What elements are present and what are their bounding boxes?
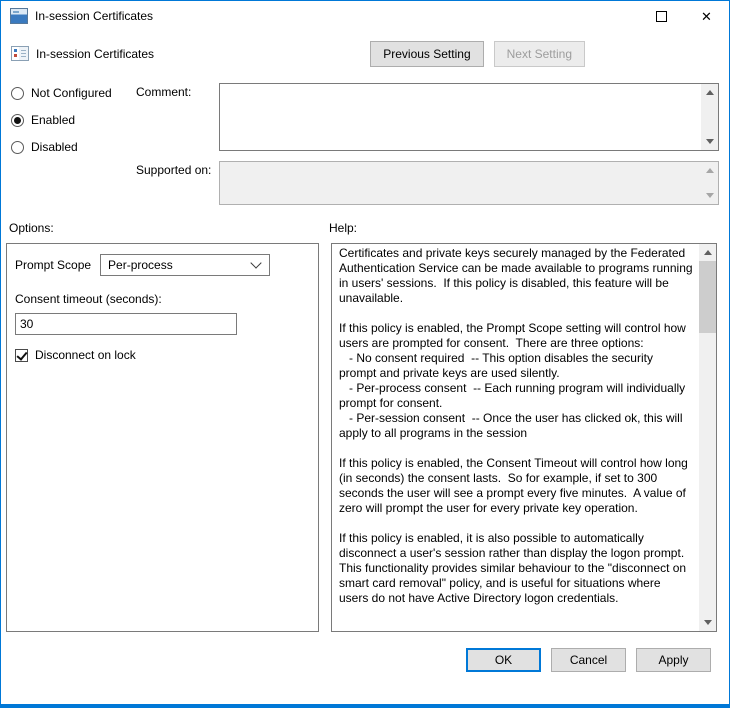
help-text: Certificates and private keys securely m… <box>332 244 699 631</box>
cancel-button[interactable]: Cancel <box>551 648 626 672</box>
comment-scrollbar[interactable] <box>701 84 718 150</box>
maximize-icon <box>656 11 667 22</box>
scroll-up-icon <box>701 162 718 179</box>
options-section-label: Options: <box>9 221 329 235</box>
radio-icon <box>11 141 24 154</box>
chevron-down-icon <box>250 257 261 268</box>
radio-label: Disabled <box>31 140 78 154</box>
scrollbar-thumb[interactable] <box>699 261 716 333</box>
prompt-scope-label: Prompt Scope <box>15 258 91 272</box>
radio-icon <box>11 87 24 100</box>
ok-button[interactable]: OK <box>466 648 541 672</box>
comment-textarea[interactable] <box>219 83 719 151</box>
scroll-up-icon[interactable] <box>699 244 716 261</box>
prompt-scope-dropdown[interactable]: Per-process <box>100 254 270 276</box>
caption-buttons: ✕ <box>639 1 729 31</box>
consent-timeout-label: Consent timeout (seconds): <box>15 292 310 306</box>
setting-name: In-session Certificates <box>36 47 154 61</box>
footer: OK Cancel Apply <box>1 632 729 704</box>
policy-setting-window: In-session Certificates ✕ In-session Cer… <box>0 0 730 708</box>
supported-on-label: Supported on: <box>136 161 219 177</box>
supported-scrollbar <box>701 162 718 204</box>
apply-button[interactable]: Apply <box>636 648 711 672</box>
main-panels: Prompt Scope Per-process Consent timeout… <box>6 243 717 632</box>
state-radio-group: Not Configured Enabled Disabled <box>11 83 136 205</box>
fields-grid: Comment: Supported on: <box>136 83 719 205</box>
checkbox-icon <box>15 349 28 362</box>
close-button[interactable]: ✕ <box>684 1 729 31</box>
scroll-up-icon[interactable] <box>701 84 718 101</box>
disconnect-on-lock-checkbox[interactable]: Disconnect on lock <box>15 348 310 362</box>
close-icon: ✕ <box>701 10 712 23</box>
comment-label: Comment: <box>136 83 219 99</box>
radio-not-configured[interactable]: Not Configured <box>11 86 136 100</box>
help-scrollbar[interactable] <box>699 244 716 631</box>
scroll-down-icon[interactable] <box>699 614 716 631</box>
scroll-down-icon <box>701 187 718 204</box>
prompt-scope-row: Prompt Scope Per-process <box>15 254 310 276</box>
next-setting-button[interactable]: Next Setting <box>494 41 585 67</box>
titlebar: In-session Certificates ✕ <box>1 1 729 31</box>
radio-label: Enabled <box>31 113 75 127</box>
header-row: In-session Certificates Previous Setting… <box>11 41 719 67</box>
nav-buttons: Previous Setting Next Setting <box>370 41 585 67</box>
supported-on-textarea <box>219 161 719 205</box>
section-labels: Options: Help: <box>9 221 717 235</box>
config-row: Not Configured Enabled Disabled Comment: <box>11 83 719 205</box>
disconnect-on-lock-label: Disconnect on lock <box>35 348 136 362</box>
scroll-down-icon[interactable] <box>701 133 718 150</box>
radio-disabled[interactable]: Disabled <box>11 140 136 154</box>
radio-label: Not Configured <box>31 86 112 100</box>
help-panel: Certificates and private keys securely m… <box>331 243 717 632</box>
policy-icon <box>11 46 29 61</box>
maximize-button[interactable] <box>639 1 684 31</box>
consent-timeout-input[interactable] <box>15 313 237 335</box>
radio-icon <box>11 114 24 127</box>
radio-enabled[interactable]: Enabled <box>11 113 136 127</box>
setting-title: In-session Certificates <box>11 46 154 61</box>
options-panel: Prompt Scope Per-process Consent timeout… <box>6 243 319 632</box>
help-section-label: Help: <box>329 221 357 235</box>
window-title: In-session Certificates <box>35 9 639 23</box>
prompt-scope-value: Per-process <box>108 258 173 272</box>
app-icon <box>10 8 28 24</box>
previous-setting-button[interactable]: Previous Setting <box>370 41 483 67</box>
